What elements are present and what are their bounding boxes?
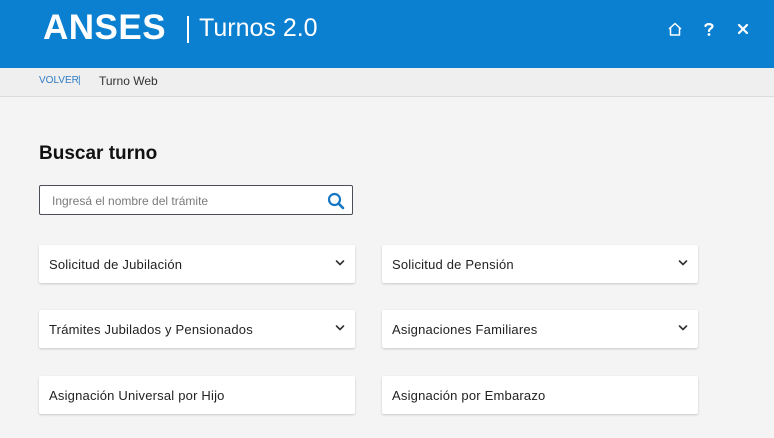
- back-link[interactable]: VOLVER: [39, 75, 79, 87]
- home-icon[interactable]: [665, 19, 685, 39]
- page-title: Buscar turno: [39, 143, 158, 164]
- card-label: Solicitud de Pensión: [392, 257, 514, 272]
- breadcrumb-current: Turno Web: [99, 74, 158, 88]
- help-icon[interactable]: [699, 19, 719, 39]
- app-title: Turnos 2.0: [199, 14, 318, 42]
- title-divider: [187, 16, 189, 43]
- search-input[interactable]: [50, 191, 324, 211]
- app-header: ANSES Turnos 2.0: [0, 0, 774, 68]
- card-asignaciones-familiares[interactable]: Asignaciones Familiares: [382, 310, 698, 348]
- card-label: Solicitud de Jubilación: [49, 257, 183, 272]
- card-solicitud-pension[interactable]: Solicitud de Pensión: [382, 245, 698, 283]
- card-asignacion-embarazo[interactable]: Asignación por Embarazo: [382, 376, 698, 414]
- card-label: Asignaciones Familiares: [392, 322, 538, 337]
- anses-logo: ANSES: [43, 8, 167, 47]
- card-label: Asignación Universal por Hijo: [49, 388, 225, 403]
- chevron-down-icon: [678, 325, 688, 331]
- search-box: [39, 185, 353, 215]
- close-icon[interactable]: [733, 19, 753, 39]
- card-tramites-jubilados[interactable]: Trámites Jubilados y Pensionados: [39, 310, 355, 348]
- card-label: Trámites Jubilados y Pensionados: [49, 322, 253, 337]
- card-solicitud-jubilacion[interactable]: Solicitud de Jubilación: [39, 245, 355, 283]
- breadcrumb-separator: |: [78, 75, 81, 86]
- chevron-down-icon: [678, 260, 688, 266]
- chevron-down-icon: [335, 260, 345, 266]
- chevron-down-icon: [335, 325, 345, 331]
- breadcrumb-bar: VOLVER | Turno Web: [0, 68, 774, 97]
- search-icon[interactable]: [327, 192, 345, 210]
- card-label: Asignación por Embarazo: [392, 388, 546, 403]
- card-asignacion-universal-hijo[interactable]: Asignación Universal por Hijo: [39, 376, 355, 414]
